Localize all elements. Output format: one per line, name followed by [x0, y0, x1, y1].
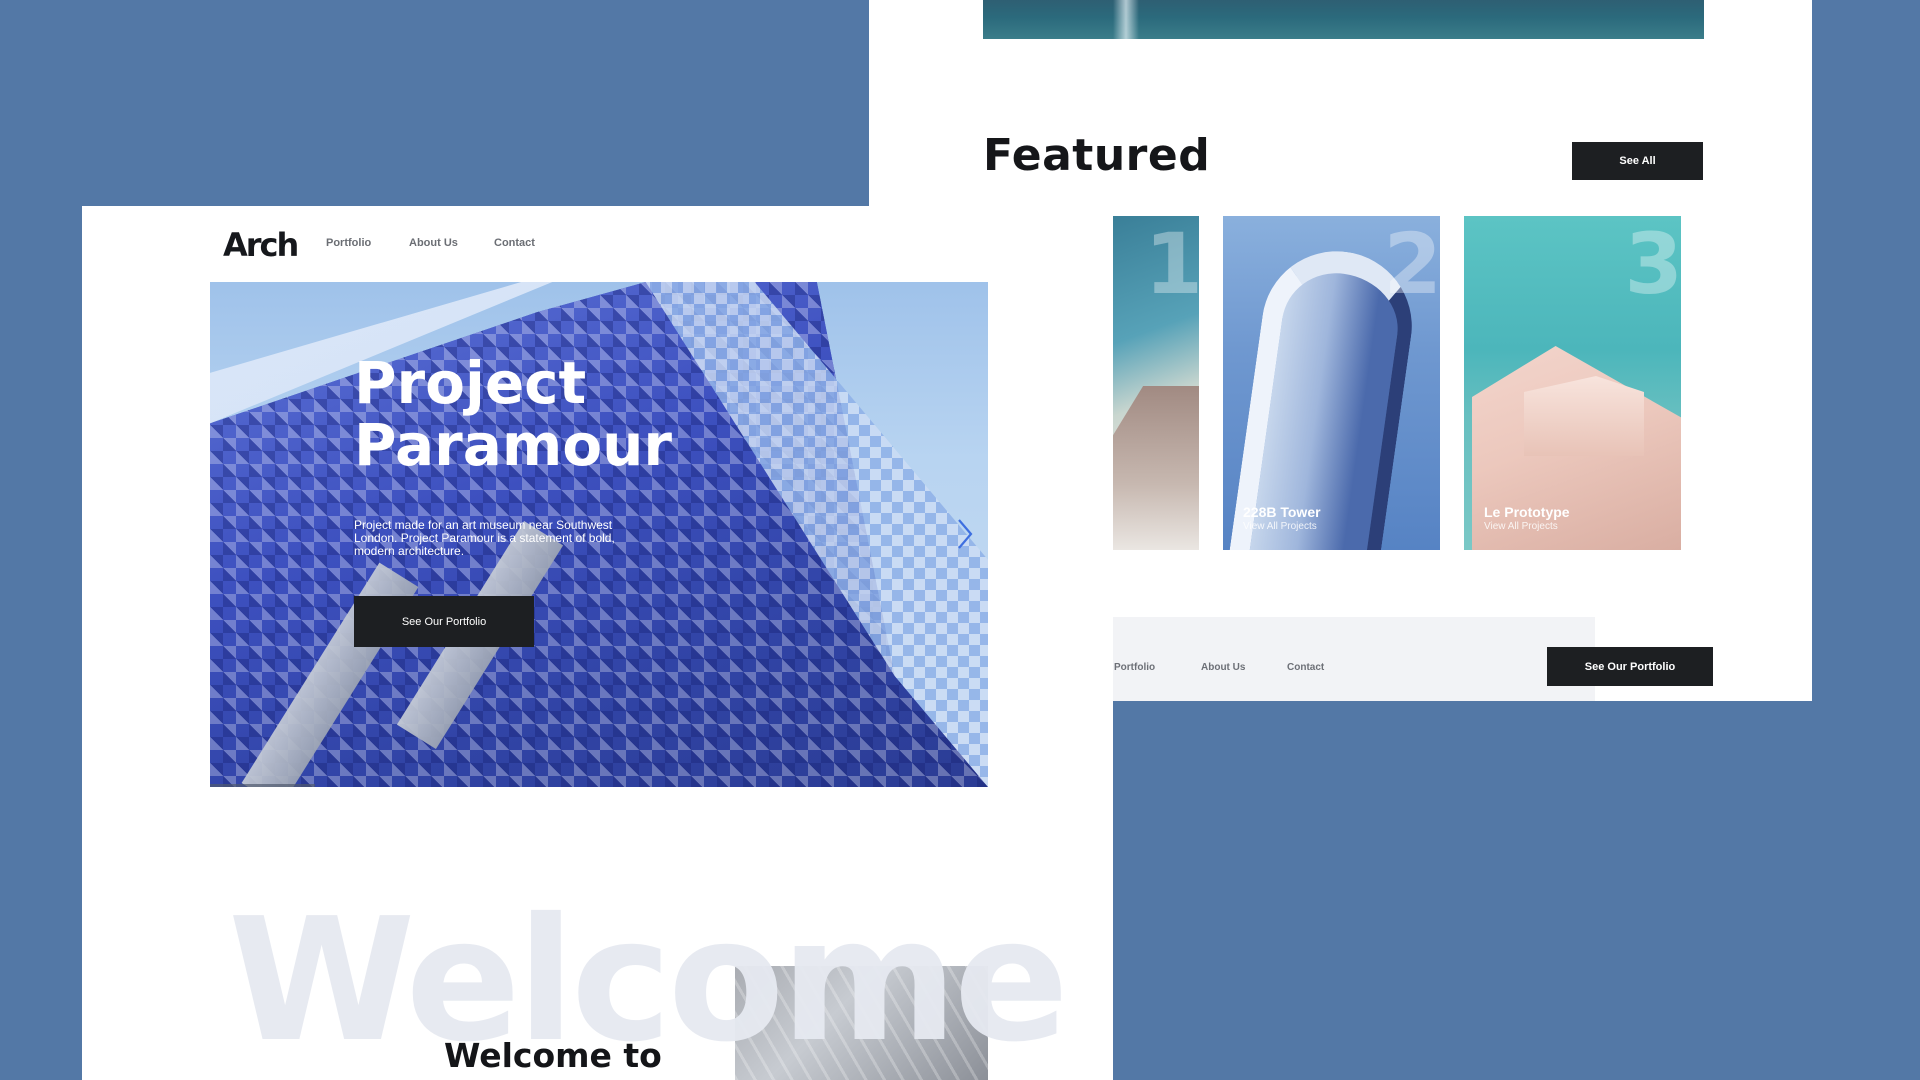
card-subtitle[interactable]: View All Projects	[1484, 521, 1570, 532]
brand-logo[interactable]: Arch	[223, 226, 299, 264]
footer-nav-about[interactable]: About Us	[1201, 662, 1245, 673]
top-hero-photo	[983, 0, 1704, 39]
hero-description: Project made for an art museum near Sout…	[354, 518, 615, 558]
see-all-button[interactable]: See All	[1572, 142, 1703, 180]
card-photo-walkway	[1113, 386, 1199, 550]
card-subtitle[interactable]: View All Projects	[1243, 521, 1321, 532]
hero-title: Project Paramour	[354, 349, 673, 479]
card-number: 2	[1383, 216, 1440, 313]
featured-card-2[interactable]: 2 228B Tower View All Projects	[1223, 216, 1440, 550]
featured-card-3[interactable]: 3 Le Prototype View All Projects	[1464, 216, 1681, 550]
hero-slide-progress	[210, 784, 315, 787]
card-caption: 228B Tower View All Projects	[1243, 504, 1321, 532]
card-title: 228B Tower	[1243, 504, 1321, 520]
footer-nav-contact[interactable]: Contact	[1287, 662, 1324, 673]
water-reflection	[1113, 0, 1139, 39]
home-page: Arch Portfolio About Us Contact Project …	[82, 206, 1113, 1080]
footer-portfolio-button[interactable]: See Our Portfolio	[1547, 647, 1713, 686]
card-number: 3	[1624, 216, 1681, 313]
hero-portfolio-button[interactable]: See Our Portfolio	[354, 596, 534, 647]
nav-portfolio[interactable]: Portfolio	[326, 237, 371, 249]
featured-heading: Featured	[983, 130, 1211, 181]
footer-nav-portfolio[interactable]: Portfolio	[1114, 662, 1155, 673]
welcome-heading: Welcome to	[444, 1036, 662, 1075]
card-title: Le Prototype	[1484, 504, 1570, 520]
featured-card-1[interactable]: 1	[1113, 216, 1199, 550]
nav-about-us[interactable]: About Us	[409, 237, 458, 249]
card-caption: Le Prototype View All Projects	[1484, 504, 1570, 532]
card-number: 1	[1144, 216, 1199, 313]
nav-contact[interactable]: Contact	[494, 237, 535, 249]
card-photo-balcony	[1524, 376, 1644, 456]
footer-nav-bar	[1113, 617, 1595, 701]
hero-banner: Project Paramour Project made for an art…	[210, 282, 988, 787]
chevron-right-icon[interactable]	[952, 516, 978, 552]
